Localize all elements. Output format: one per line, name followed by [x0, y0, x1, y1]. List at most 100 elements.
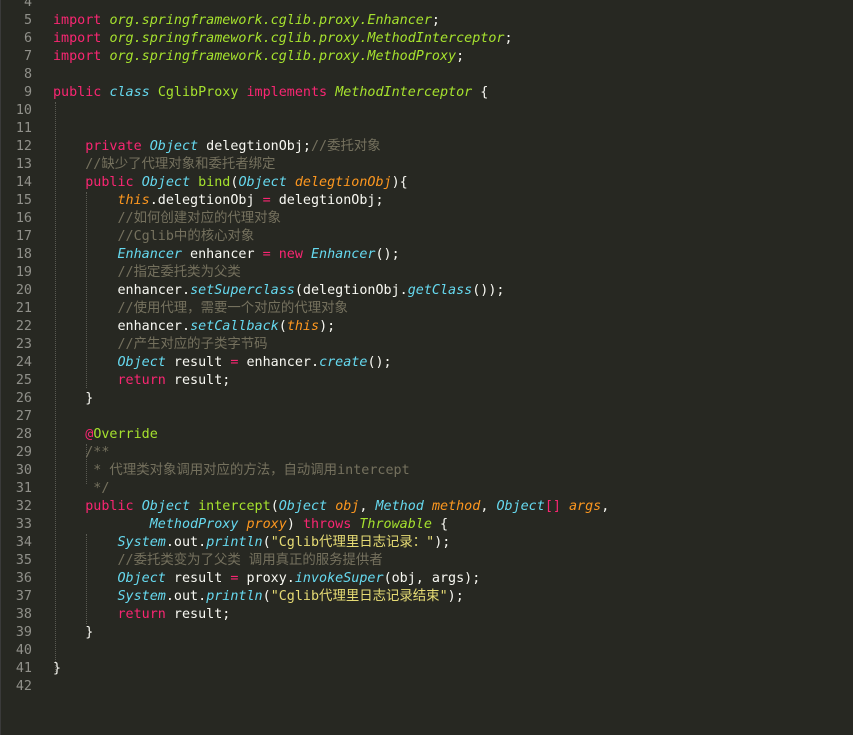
- code-token: args: [569, 499, 602, 514]
- code-token: ();: [367, 355, 392, 370]
- code-text: enhancer.setSuperclass(delegtionObj.getC…: [53, 282, 504, 300]
- line-number: 37: [15, 589, 32, 604]
- code-token: //使用代理，需要一个对应的代理对象: [117, 301, 348, 316]
- code-token: (delegtionObj.: [294, 283, 408, 298]
- code-token: //缺少了代理对象和委托者绑定: [85, 157, 276, 172]
- line-number: 32: [15, 499, 32, 514]
- line-number: 17: [15, 229, 32, 244]
- line-number: 30: [15, 463, 32, 478]
- code-token: =: [262, 193, 271, 208]
- line-number: 33: [15, 517, 32, 532]
- code-token: this: [286, 319, 320, 334]
- code-token: getClass: [407, 283, 473, 298]
- code-token: method: [431, 499, 481, 514]
- code-token: .out.: [165, 589, 207, 604]
- code-token: ;: [456, 49, 465, 64]
- code-token: bind: [198, 175, 231, 190]
- line-number: 40: [15, 643, 32, 658]
- code-token: intercept: [198, 499, 271, 514]
- code-text: return result;: [53, 606, 231, 624]
- code-token: System: [117, 535, 166, 550]
- line-number: 34: [15, 535, 32, 550]
- code-token: Object: [141, 499, 191, 514]
- code-token: result: [165, 355, 231, 370]
- code-token: proxy: [246, 517, 287, 532]
- code-token: private: [85, 139, 142, 154]
- line-number: 7: [23, 49, 32, 64]
- code-token: */: [85, 481, 110, 496]
- code-text: //如何创建对应的代理对象: [53, 210, 281, 228]
- code-token: public: [85, 499, 134, 514]
- code-token: //委托对象: [311, 139, 381, 154]
- code-token: delegtionObj: [294, 175, 392, 190]
- code-token: Throwable: [359, 517, 432, 532]
- line-number: 25: [15, 373, 32, 388]
- code-token: enhancer: [182, 247, 263, 262]
- code-text: }: [53, 624, 93, 642]
- code-token: Object: [141, 175, 191, 190]
- code-token: throws: [302, 517, 352, 532]
- code-token: ,: [359, 499, 376, 514]
- code-text: public Object bind(Object delegtionObj){: [53, 174, 408, 192]
- line-number: 14: [15, 175, 32, 190]
- line-number: 23: [15, 337, 32, 352]
- code-text: @Override: [53, 426, 158, 444]
- code-token: }: [53, 391, 94, 406]
- line-number: 22: [15, 319, 32, 334]
- code-text: this.delegtionObj = delegtionObj;: [53, 192, 384, 210]
- code-token: result;: [165, 607, 231, 622]
- indent-guide: [86, 444, 87, 484]
- code-token: .delegtionObj: [149, 193, 263, 208]
- code-token: =: [262, 247, 271, 262]
- code-token: import: [53, 49, 102, 64]
- code-text: Enhancer enhancer = new Enhancer();: [53, 246, 400, 264]
- code-text: Object result = proxy.invokeSuper(obj, a…: [53, 570, 481, 588]
- code-token: result: [165, 571, 231, 586]
- code-token: delegtionObj;: [198, 139, 311, 154]
- code-token: "Cglib代理里日志记录：": [270, 535, 435, 550]
- code-token: * 代理类对象调用对应的方法，自动调用intercept: [85, 463, 410, 478]
- line-number: 24: [15, 355, 32, 370]
- code-text: Object result = enhancer.create();: [53, 354, 392, 372]
- code-token: org.springframework.cglib.proxy.MethodIn…: [109, 31, 505, 46]
- code-text: //委托类变为了父类 调用真正的服务提供者: [53, 552, 383, 570]
- code-text: return result;: [53, 372, 231, 390]
- code-token: enhancer.: [238, 355, 320, 370]
- indent-guide: [86, 534, 87, 624]
- code-token: ){: [391, 175, 408, 190]
- code-token: class: [109, 85, 150, 100]
- line-number: 35: [15, 553, 32, 568]
- code-token: import: [53, 31, 102, 46]
- code-token: return: [117, 373, 166, 388]
- line-number: 6: [23, 31, 32, 46]
- line-number: 9: [23, 85, 32, 100]
- code-text: //指定委托类为父类: [53, 264, 241, 282]
- code-editor[interactable]: 4 5 import org.springframework.cglib.proxy…: [0, 0, 853, 735]
- code-text: public Object intercept(Object obj, Meth…: [53, 498, 609, 516]
- code-token: System: [117, 589, 166, 604]
- code-token: MethodProxy: [149, 517, 239, 532]
- code-token: implements: [246, 85, 328, 100]
- code-token: CglibProxy: [157, 85, 239, 100]
- code-text: * 代理类对象调用对应的方法，自动调用intercept: [53, 462, 410, 480]
- code-token: );: [447, 589, 464, 604]
- line-number: 19: [15, 265, 32, 280]
- line-number: 28: [15, 427, 32, 442]
- line-number: 21: [15, 301, 32, 316]
- code-token: //Cglib中的核心对象: [117, 229, 255, 244]
- code-token: setCallback: [190, 319, 279, 334]
- code-token: (: [270, 499, 279, 514]
- line-number: 31: [15, 481, 32, 496]
- code-token: {: [472, 85, 489, 100]
- code-text: MethodProxy proxy) throws Throwable {: [53, 516, 448, 534]
